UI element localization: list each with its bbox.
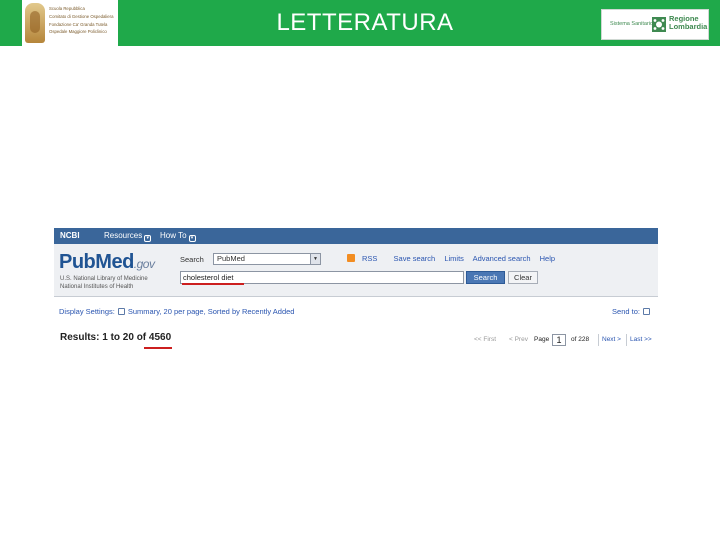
advanced-search-link[interactable]: Advanced search: [473, 254, 531, 263]
chevron-down-icon: [643, 308, 650, 315]
page-total: of 228: [571, 336, 590, 343]
chevron-down-icon: ▾: [188, 235, 196, 242]
clear-button[interactable]: Clear: [508, 271, 538, 284]
ncbi-brand[interactable]: NCBI: [60, 231, 80, 240]
send-to-menu[interactable]: Send to:: [612, 307, 650, 316]
rosa-camuna-icon: [652, 17, 666, 32]
database-select[interactable]: PubMed ▼: [213, 253, 321, 265]
page-label: Page: [534, 336, 550, 343]
chevron-down-icon: ▾: [144, 235, 152, 242]
pubmed-header: PubMed.gov U.S. National Library of Medi…: [54, 244, 658, 297]
chevron-down-icon: ▼: [310, 254, 320, 264]
limits-link[interactable]: Limits: [444, 254, 464, 263]
display-settings[interactable]: Display Settings: Summary, 20 per page, S…: [59, 307, 294, 316]
first-page-link[interactable]: << First: [474, 336, 496, 343]
page-number-input[interactable]: 1: [552, 334, 566, 346]
how-to-menu[interactable]: How To ▾: [160, 231, 196, 242]
pubmed-screenshot: NCBI Resources ▾ How To ▾ PubMed.gov U.S. …: [54, 228, 658, 350]
results-summary: Results: 1 to 20 of 4560: [60, 332, 172, 343]
region-logo-name: Regione Lombardia: [669, 14, 708, 31]
region-logo-tagline: Sistema Sanitario: [610, 21, 654, 27]
rss-icon: [347, 254, 355, 262]
prev-page-link[interactable]: < Prev: [509, 336, 528, 343]
pager-divider: [598, 334, 599, 346]
settings-toggle-icon: [117, 308, 125, 315]
pubmed-logo[interactable]: PubMed.gov: [59, 251, 155, 274]
help-link[interactable]: Help: [540, 254, 555, 263]
results-count: 4560: [148, 332, 172, 343]
search-button[interactable]: Search: [466, 271, 505, 284]
save-search-link[interactable]: Save search: [394, 254, 436, 263]
resources-menu[interactable]: Resources ▾: [104, 231, 152, 242]
query-highlight-underline: [182, 283, 244, 285]
pager-divider: [626, 334, 627, 346]
last-page-link[interactable]: Last >>: [630, 336, 652, 343]
slide-header: Scuola Repubblica Comitato di Gestione O…: [0, 0, 720, 46]
search-links: RSS Save search Limits Advanced search H…: [347, 254, 562, 263]
pubmed-subtitle: U.S. National Library of Medicine Nation…: [60, 276, 148, 290]
count-highlight-underline: [144, 347, 172, 349]
next-page-link[interactable]: Next >: [602, 336, 621, 343]
ncbi-bar: NCBI Resources ▾ How To ▾: [54, 228, 658, 244]
search-label: Search: [180, 255, 204, 264]
region-logo: Sistema Sanitario Regione Lombardia: [601, 9, 709, 40]
rss-link[interactable]: RSS: [347, 254, 384, 263]
pagination: << First < Prev Page 1 of 228 Next > Las…: [474, 333, 654, 347]
